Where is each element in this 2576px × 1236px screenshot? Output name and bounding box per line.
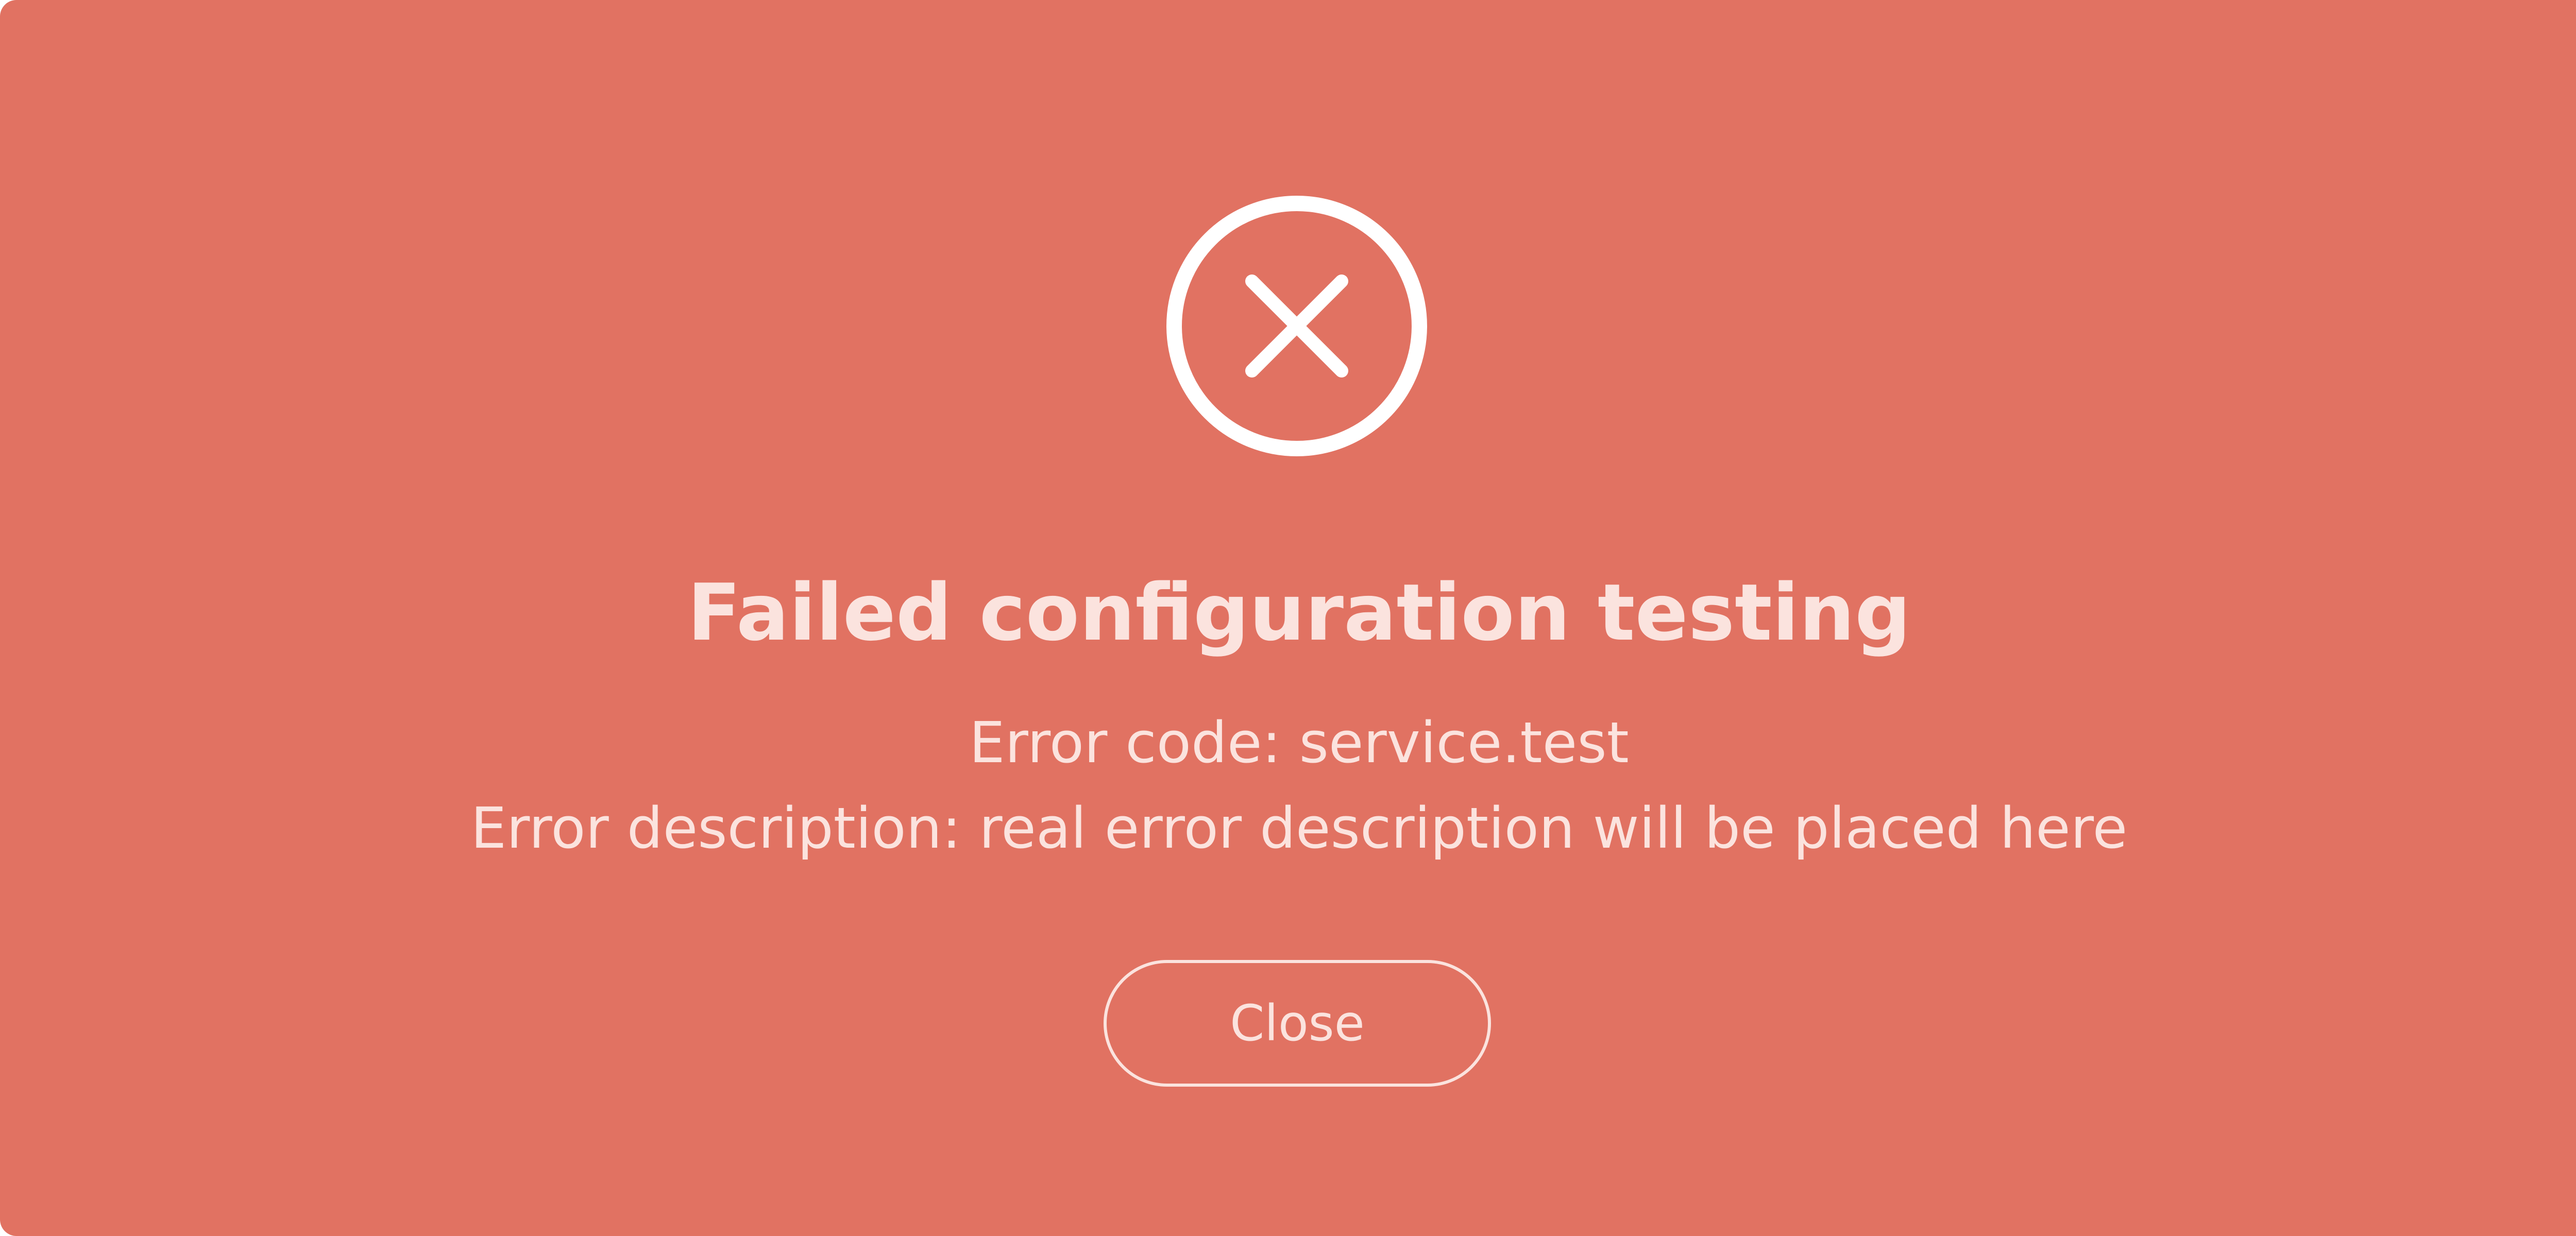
error-dialog: Failed configuration testing Error code:… xyxy=(0,0,2576,1236)
close-circle-icon xyxy=(1166,196,1427,456)
dialog-title: Failed configuration testing xyxy=(687,567,1911,658)
close-button[interactable]: Close xyxy=(1104,960,1491,1087)
error-description-text: Error description: real error descriptio… xyxy=(470,795,2128,861)
error-code-text: Error code: service.test xyxy=(969,710,1629,776)
